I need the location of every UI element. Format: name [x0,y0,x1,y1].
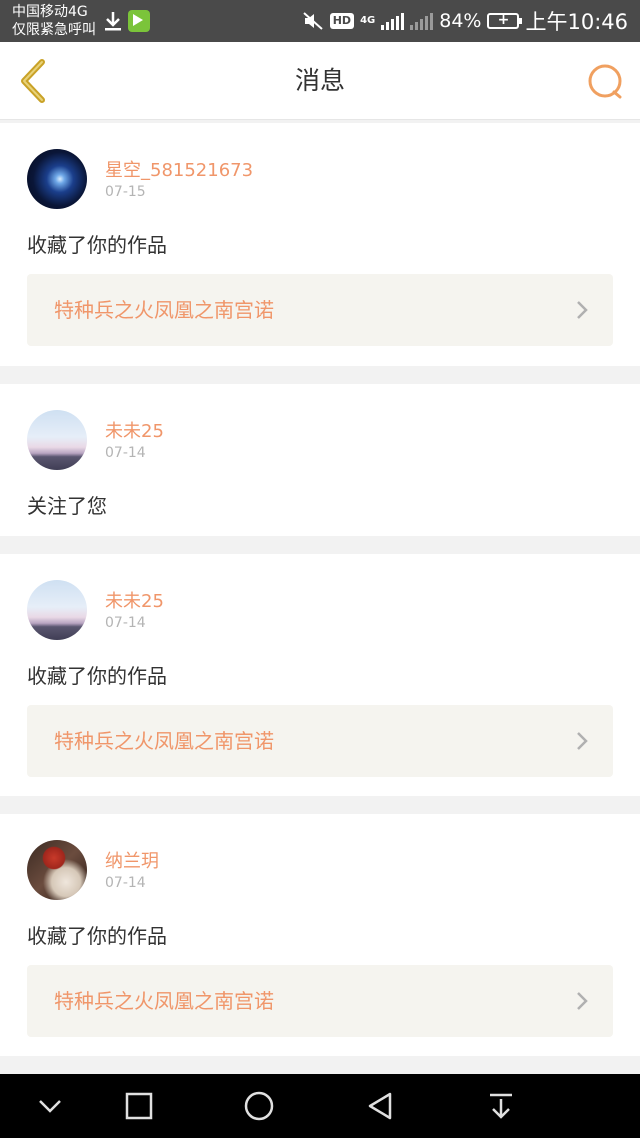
chevron-right-icon [577,992,588,1010]
network-type: 4G [360,15,376,26]
download-icon [105,12,121,31]
mute-icon [303,12,323,30]
page-title: 消息 [294,66,345,95]
triangle-back-icon[interactable] [365,1091,395,1121]
chevron-right-icon [577,732,588,750]
signal-icon-1 [381,12,405,30]
nav-bar [0,1074,640,1138]
username[interactable]: 星空_581521673 [105,156,253,182]
message-date: 07-14 [105,445,146,461]
message-card: 纳兰玥 07-14 收藏了你的作品 特种兵之火凤凰之南宫诺 [0,814,640,1056]
signal-icon-2 [410,12,434,30]
battery-percent: 84% [439,10,482,32]
avatar[interactable] [27,580,87,640]
message-action: 关注了您 [27,494,107,518]
username[interactable]: 未未25 [105,417,164,443]
message-card: 未未25 07-14 关注了您 [0,384,640,536]
avatar[interactable] [27,410,87,470]
avatar[interactable] [27,840,87,900]
battery-icon: + [487,12,523,29]
message-action: 收藏了你的作品 [27,924,167,948]
work-link[interactable]: 特种兵之火凤凰之南宫诺 [27,274,613,346]
work-link[interactable]: 特种兵之火凤凰之南宫诺 [27,965,613,1037]
username[interactable]: 未未25 [105,587,164,613]
message-action: 收藏了你的作品 [27,664,167,688]
pull-down-icon[interactable] [486,1091,516,1121]
chevron-right-icon [577,301,588,319]
status-bar: 中国移动4G 仅限紧急呼叫 HD 4G 84% + 上午10:46 [0,0,640,42]
work-link[interactable]: 特种兵之火凤凰之南宫诺 [27,705,613,777]
video-app-icon [128,10,150,32]
header: 消息 [0,42,640,120]
avatar[interactable] [27,149,87,209]
chevron-down-icon[interactable] [35,1091,65,1121]
work-title: 特种兵之火凤凰之南宫诺 [54,298,274,322]
clock: 上午10:46 [525,10,628,34]
work-title: 特种兵之火凤凰之南宫诺 [54,729,274,753]
message-action: 收藏了你的作品 [27,233,167,257]
hd-badge: HD [329,13,355,29]
work-title: 特种兵之火凤凰之南宫诺 [54,989,274,1013]
message-card: 未未25 07-14 收藏了你的作品 特种兵之火凤凰之南宫诺 [0,554,640,796]
status-right: HD 4G 84% + 上午10:46 [302,0,628,42]
message-card: 星空_581521673 07-15 收藏了你的作品 特种兵之火凤凰之南宫诺 [0,123,640,366]
message-date: 07-14 [105,615,146,631]
username[interactable]: 纳兰玥 [105,847,159,873]
search-icon[interactable] [586,62,626,102]
message-date: 07-15 [105,184,146,200]
circle-icon[interactable] [244,1091,274,1121]
message-date: 07-14 [105,875,146,891]
square-icon[interactable] [124,1091,154,1121]
